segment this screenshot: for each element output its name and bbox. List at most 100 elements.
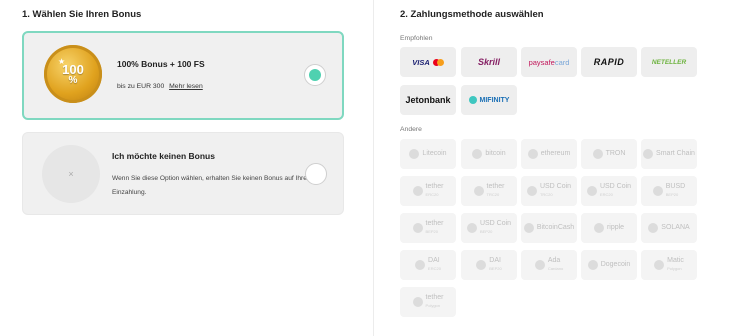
payment-other-text: USD Coin BEP20 <box>480 220 511 236</box>
rapid-label: RAPID <box>593 57 625 67</box>
payment-other-text: Litecoin <box>422 150 446 158</box>
payment-other-sublabel: Polygon <box>425 303 441 308</box>
no-bonus-description: Wenn Sie diese Option wählen, erhalten S… <box>112 175 307 196</box>
payment-other-13[interactable]: ripple <box>581 213 637 243</box>
payment-other-label: tether <box>425 294 444 301</box>
payment-other-sublabel: BEP20 <box>665 192 679 197</box>
payment-other-12[interactable]: BitcoinCash <box>521 213 577 243</box>
payment-other-label: USD Coin <box>539 183 572 190</box>
payment-other-text: USD Coin TRC20 <box>540 183 571 199</box>
payment-other-sublabel: ERC20 <box>428 266 441 271</box>
payment-other-sublabel: ERC20 <box>599 192 613 197</box>
payment-other-text: BUSD BEP20 <box>666 183 685 199</box>
payment-other-18[interactable]: Dogecoin <box>581 250 637 280</box>
payment-other-5[interactable]: tether ERC20 <box>400 176 456 206</box>
payment-other-19[interactable]: Matic Polygon <box>641 250 697 280</box>
payment-other-label: bitcoin <box>485 150 506 157</box>
mifinity-icon <box>468 96 477 104</box>
payment-other-10[interactable]: tether BEP20 <box>400 213 456 243</box>
crypto-coin-icon <box>593 223 604 233</box>
crypto-coin-icon <box>643 149 654 159</box>
paysafe-card-label: card <box>554 57 570 67</box>
payment-other-label: Ada <box>547 257 561 264</box>
payment-visa-mastercard[interactable]: VISA <box>400 47 456 77</box>
payment-other-text: Dogecoin <box>601 261 631 269</box>
crypto-coin-icon <box>415 260 426 270</box>
no-bonus-title: Ich möchte keinen Bonus <box>112 151 215 161</box>
crypto-coin-icon <box>592 149 603 159</box>
payment-other-label: DAI <box>489 257 501 264</box>
payment-other-sublabel: Polygon <box>667 266 682 271</box>
crypto-coin-icon <box>476 260 487 270</box>
payment-other-15[interactable]: DAI ERC20 <box>400 250 456 280</box>
bonus-title: 100% Bonus + 100 FS <box>117 59 205 69</box>
crypto-coin-icon <box>523 223 534 233</box>
payment-other-11[interactable]: USD Coin BEP20 <box>461 213 517 243</box>
no-bonus-radio[interactable] <box>305 163 327 185</box>
payment-paysafecard[interactable]: paysafecard <box>521 47 577 77</box>
payment-other-text: ripple <box>607 224 624 232</box>
payment-other-label: BUSD <box>665 183 686 190</box>
payment-section-title: 2. Zahlungsmethode auswählen <box>400 9 544 20</box>
no-bonus-icon: × <box>42 145 100 203</box>
payment-jetonbank[interactable]: Jetonbank <box>400 85 456 115</box>
payment-other-text: Smart Chain <box>656 150 695 158</box>
crypto-coin-icon <box>473 186 484 196</box>
crypto-coin-icon <box>652 186 663 196</box>
crypto-coin-icon <box>587 260 598 270</box>
bonus-subtitle: bis zu EUR 300 Mehr lesen <box>117 83 203 90</box>
payment-other-label: ripple <box>606 224 625 231</box>
other-label: Andere <box>400 126 422 133</box>
paysafe-label: paysafe <box>528 57 555 67</box>
payment-other-label: tether <box>425 220 444 227</box>
payment-other-text: SOLANA <box>661 224 689 232</box>
payment-other-3[interactable]: TRON <box>581 139 637 169</box>
payment-other-6[interactable]: tether TRC20 <box>461 176 517 206</box>
payment-other-text: tether Polygon <box>426 294 444 310</box>
crypto-coin-icon <box>409 149 420 159</box>
bonus-option-none[interactable]: × Ich möchte keinen Bonus Wenn Sie diese… <box>22 132 344 215</box>
crypto-coin-icon <box>527 149 538 159</box>
payment-other-sublabel: BEP20 <box>489 266 502 271</box>
payment-other-text: Matic Polygon <box>667 257 684 273</box>
payment-skrill[interactable]: Skrill <box>461 47 517 77</box>
payment-other-0[interactable]: Litecoin <box>400 139 456 169</box>
payment-other-label: TRON <box>605 150 626 157</box>
payment-other-1[interactable]: bitcoin <box>461 139 517 169</box>
bonus-section-title: 1. Wählen Sie Ihren Bonus <box>22 9 142 20</box>
payment-other-9[interactable]: BUSD BEP20 <box>641 176 697 206</box>
payment-other-8[interactable]: USD Coin ERC20 <box>581 176 637 206</box>
payment-other-14[interactable]: SOLANA <box>641 213 697 243</box>
bonus-radio-selected[interactable] <box>304 64 326 86</box>
more-info-link[interactable]: Mehr lesen <box>169 83 203 90</box>
bonus-limit: bis zu EUR 300 <box>117 83 165 90</box>
payment-other-17[interactable]: Ada Cardano <box>521 250 577 280</box>
payment-mifinity[interactable]: MIFINITY <box>461 85 517 115</box>
jetonbank-label: Jetonbank <box>405 95 451 105</box>
payment-other-2[interactable]: ethereum <box>521 139 577 169</box>
payment-rapid[interactable]: RAPID <box>581 47 637 77</box>
crypto-coin-icon <box>412 186 423 196</box>
payment-other-text: ethereum <box>541 150 571 158</box>
crypto-coin-icon <box>412 223 423 233</box>
crypto-coin-icon <box>586 186 597 196</box>
payment-other-text: tether BEP20 <box>426 220 444 236</box>
payment-other-7[interactable]: USD Coin TRC20 <box>521 176 577 206</box>
crypto-coin-icon <box>412 297 423 307</box>
payment-other-sublabel: Cardano <box>547 266 564 271</box>
payment-other-4[interactable]: Smart Chain <box>641 139 697 169</box>
payment-other-16[interactable]: DAI BEP20 <box>461 250 517 280</box>
bonus-option-100-percent[interactable]: ★ 100 % 100% Bonus + 100 FS bis zu EUR 3… <box>22 31 344 120</box>
payment-other-label: BitcoinCash <box>536 224 575 231</box>
payment-other-label: Dogecoin <box>600 261 631 268</box>
payment-other-text: DAI ERC20 <box>428 257 441 273</box>
payment-other-sublabel: BEP20 <box>425 229 438 234</box>
payment-other-label: tether <box>425 183 444 190</box>
payment-other-sublabel: TRC20 <box>539 192 553 197</box>
crypto-coin-icon <box>654 260 665 270</box>
recommended-label: Empfohlen <box>400 35 433 42</box>
payment-neteller[interactable]: NETELLER <box>641 47 697 77</box>
payment-other-text: tether ERC20 <box>426 183 444 199</box>
bonus-coin-icon: ★ 100 % <box>44 45 102 103</box>
payment-other-20[interactable]: tether Polygon <box>400 287 456 317</box>
